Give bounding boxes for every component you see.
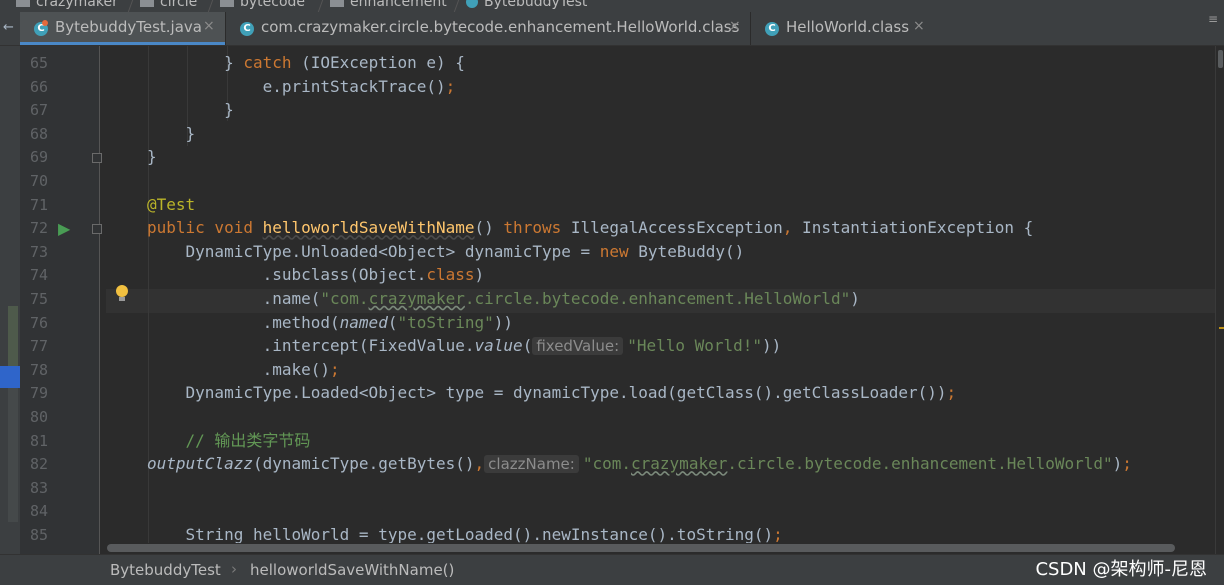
line-number: 85 [29,526,48,544]
close-tab-icon[interactable]: × [913,18,925,34]
breadcrumb-separator [317,0,324,12]
code-editor[interactable]: } catch (IOException e) { e.printStackTr… [100,46,1215,554]
tab-helloworld-fqcn-class[interactable]: C com.crazymaker.circle.bytecode.enhance… [226,12,750,45]
line-number: 81 [29,431,48,450]
code-line-81: // 输出类字节码 [147,430,311,450]
run-test-icon[interactable]: ▶ [58,219,70,238]
folder-icon [220,0,234,7]
tab-list-menu-icon[interactable]: ≡ [1208,12,1218,26]
code-line-76: .method(named("toString")) [147,312,514,332]
line-number: 66 [29,77,48,96]
horizontal-scrollbar-thumb[interactable] [107,544,1175,552]
code-line-69: } [147,147,157,167]
close-tab-icon[interactable]: × [729,18,741,34]
code-line-75: .name("com.crazymaker.circle.bytecode.en… [147,289,860,308]
breadcrumb-separator [127,0,134,12]
editor-tab-bar: C BytebuddyTest.java × C com.crazymaker.… [0,12,1224,46]
parameter-hint: clazzName: [484,455,579,474]
code-line-65: } catch (IOException e) { [147,53,465,72]
line-number: 69 [29,148,48,167]
line-number: 71 [29,195,48,214]
collapse-panel-button[interactable]: ← [0,12,20,45]
breadcrumb-item-crazymaker[interactable]: crazymaker [16,0,118,10]
parameter-hint: fixedValue: [532,337,624,356]
scroll-indicator[interactable] [1218,50,1223,68]
breadcrumb-item-bytebuddytest[interactable]: BytebuddyTest [466,0,587,10]
folder-icon [16,0,30,7]
arrow-left-icon: ← [3,20,14,35]
code-line-79: DynamicType.Loaded<Object> type = dynami… [147,383,957,403]
line-number: 70 [29,172,48,190]
line-number: 77 [29,337,48,356]
line-number: 72 [29,219,48,238]
horizontal-scrollbar[interactable] [100,543,1215,554]
breadcrumb-separator [453,0,460,12]
breadcrumb-item-bytecode[interactable]: bytecode [220,0,305,10]
line-number: 73 [29,242,48,261]
breadcrumb-item-enhancement[interactable]: enhancement [330,0,447,10]
lightbulb-intention-icon[interactable] [116,285,130,303]
line-number: 67 [29,101,48,120]
breadcrumb-class[interactable]: BytebuddyTest [110,561,221,579]
line-number: 75 [29,290,48,308]
code-breadcrumb-bar: BytebuddyTest › helloworldSaveWithName()… [0,554,1224,585]
line-number: 83 [29,478,48,497]
tab-helloworld-class[interactable]: C HelloWorld.class × [751,12,931,45]
panel-marker [8,306,18,366]
breadcrumb-item-circle[interactable]: circle [140,0,197,10]
class-file-icon: C [765,22,779,36]
warning-marker[interactable] [1219,327,1224,329]
code-line-66: e.printStackTrace(); [147,76,456,96]
line-number: 80 [29,408,48,426]
class-file-icon: C [240,22,254,36]
panel-marker-selected [0,366,20,388]
chevron-right-icon: › [231,560,237,578]
folder-icon [140,0,154,7]
code-line-67: } [147,100,234,120]
tab-bytebuddytest-java[interactable]: C BytebuddyTest.java × [20,12,225,45]
error-stripe[interactable] [1215,46,1224,554]
line-number: 82 [29,455,48,474]
code-line-82: outputClazz(dynamicType.getBytes(), clazz… [147,454,1132,474]
line-number: 74 [29,266,48,285]
line-number: 79 [29,384,48,403]
line-number: 78 [29,360,48,379]
project-panel-edge [0,46,20,554]
code-line-78: .make(); [147,359,340,379]
line-number: 76 [29,313,48,332]
code-line-72: public void helloworldSaveWithName() thr… [147,218,1034,238]
class-icon [466,0,478,8]
close-tab-icon[interactable]: × [203,18,215,34]
code-line-74: .subclass(Object.class) [147,265,485,285]
breadcrumb-method[interactable]: helloworldSaveWithName() [250,561,454,579]
navigation-breadcrumb: crazymaker circle bytecode enhancement B… [0,0,1224,12]
folder-icon [330,0,344,7]
java-class-icon: C [34,20,48,36]
panel-marker [8,388,18,522]
line-number: 84 [29,502,48,521]
code-line-73: DynamicType.Unloaded<Object> dynamicType… [147,241,745,261]
code-line-71: @Test [147,194,196,214]
code-line-77: .intercept(FixedValue.value(fixedValue: "… [147,336,782,356]
line-number: 68 [29,124,48,143]
code-line-68: } [147,123,196,143]
line-number: 65 [29,54,48,72]
watermark: CSDN @架构师-尼恩 [1035,559,1207,580]
tab-divider [225,12,226,45]
breadcrumb-separator [207,0,214,12]
tab-divider [750,12,751,45]
